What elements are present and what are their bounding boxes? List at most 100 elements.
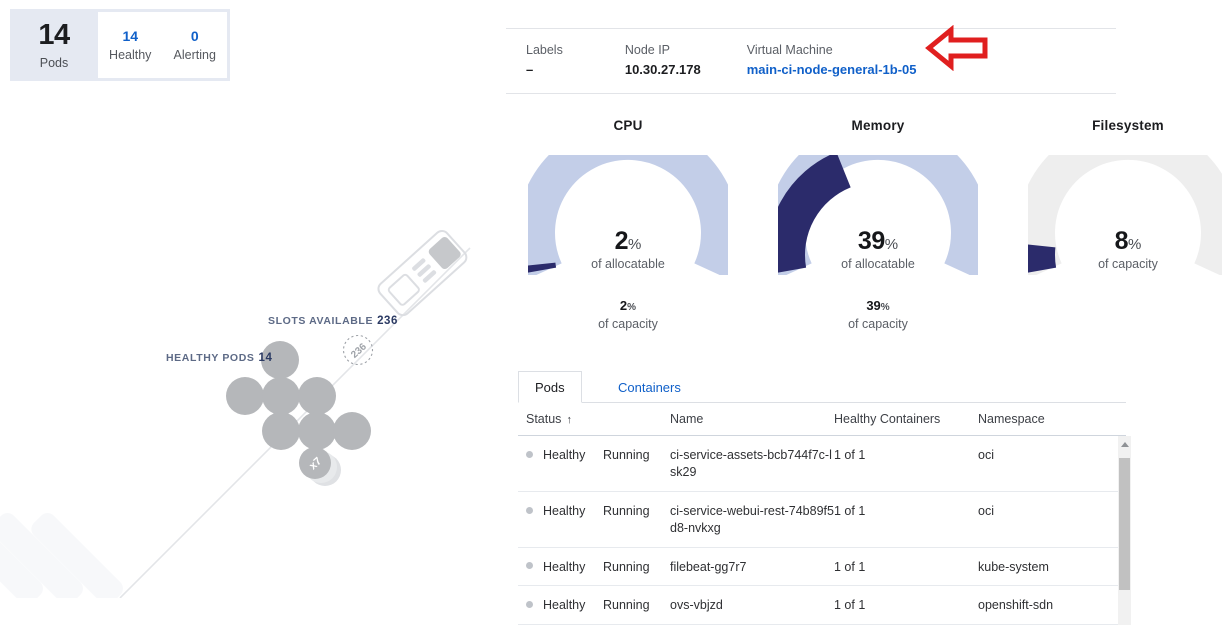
gauge-memory-value: 39 <box>857 227 885 255</box>
scroll-up-icon[interactable] <box>1121 442 1129 447</box>
gauge-memory: Memory 39% of allocatable 39% of capacit… <box>758 118 998 331</box>
status-dot-icon <box>526 562 533 570</box>
row-health: Healthy <box>543 503 586 518</box>
scrollbar-thumb[interactable] <box>1119 458 1130 590</box>
meta-node-ip-value: 10.30.27.178 <box>624 62 701 78</box>
row-namespace: oci <box>978 448 994 462</box>
slots-available-illustration-label: SLOTS AVAILABLE 236 <box>268 315 398 327</box>
gauge-cpu-capacity-label: of capacity <box>598 317 658 331</box>
row-namespace: openshift-sdn <box>978 598 1054 613</box>
pods-summary-card[interactable]: 14 Pods 14 Healthy 0 Alerting <box>10 9 230 81</box>
row-state: Running <box>603 503 650 518</box>
row-state: Running <box>603 559 650 574</box>
gauge-cpu-subtitle: of allocatable <box>591 257 665 271</box>
pods-containers-tabs: Pods Containers <box>518 371 1126 403</box>
gauge-memory-center: 39% of allocatable <box>778 227 978 271</box>
pods-healthy-label: Healthy <box>109 47 152 62</box>
tab-containers[interactable]: Containers <box>602 371 697 403</box>
pods-total-label: Pods <box>39 55 69 70</box>
table-row[interactable]: Healthy Running ci-service-assets-bcb744… <box>518 436 1126 492</box>
row-status: Healthy Running <box>518 597 670 614</box>
gauge-filesystem-title: Filesystem <box>1092 118 1164 133</box>
column-header-healthy-containers[interactable]: Healthy Containers <box>834 412 978 426</box>
left-arrow-annotation-svg <box>925 24 988 72</box>
column-header-name[interactable]: Name <box>670 412 834 426</box>
healthy-pods-illustration-label: HEALTHY PODS 14 <box>166 352 273 364</box>
pods-table: Status ↑ Name Healthy Containers Namespac… <box>518 403 1131 625</box>
sort-ascending-icon: ↑ <box>566 414 572 426</box>
gauge-cpu-title: CPU <box>613 118 643 133</box>
node-metadata-strip: Labels – Node IP 10.30.27.178 Virtual Ma… <box>506 28 1116 94</box>
pods-table-body: Healthy Running ci-service-assets-bcb744… <box>518 436 1131 625</box>
table-row[interactable]: Healthy Running ovs-vbjzd 1 of 1 openshi… <box>518 586 1126 625</box>
row-status: Healthy Running <box>518 503 670 520</box>
meta-virtual-machine: Virtual Machine main-ci-node-general-1b-… <box>747 41 917 81</box>
gauge-filesystem-percent-symbol: % <box>1128 236 1142 253</box>
column-header-namespace[interactable]: Namespace <box>978 412 1118 426</box>
gauge-memory-capacity-value: 39 <box>866 298 881 313</box>
node-detail-panel: Labels – Node IP 10.30.27.178 Virtual Ma… <box>506 0 1222 625</box>
row-healthy-containers: 1 of 1 <box>834 503 866 518</box>
meta-vm-key: Virtual Machine <box>746 43 833 57</box>
pods-alerting-stat[interactable]: 0 Alerting <box>174 29 216 62</box>
row-status: Healthy Running <box>518 447 670 464</box>
row-pod-name-link[interactable]: ci-service-webui-rest-74b89f5d8-nvkxg <box>670 503 834 537</box>
row-state: Running <box>603 448 650 462</box>
svg-text:236: 236 <box>349 341 369 361</box>
gauge-filesystem-center: 8% of capacity <box>1028 227 1222 271</box>
illustration-graphics: 236 x7 <box>0 229 471 598</box>
gauge-memory-capacity: 39% of capacity <box>758 297 998 331</box>
column-header-status[interactable]: Status ↑ <box>518 412 670 426</box>
gauge-cpu-center: 2% of allocatable <box>528 227 728 271</box>
pods-alerting-value: 0 <box>190 27 199 44</box>
gauge-cpu-percent-symbol: % <box>628 236 642 253</box>
gauge-memory-subtitle: of allocatable <box>841 257 915 271</box>
row-namespace: oci <box>978 503 994 518</box>
pods-healthy-stat[interactable]: 14 Healthy <box>109 29 151 62</box>
tab-pods[interactable]: Pods <box>518 371 582 403</box>
gauge-memory-title: Memory <box>851 118 905 133</box>
gauge-cpu-capacity: 2% of capacity <box>508 297 748 331</box>
resource-gauges: CPU 2% of allocatable 2% of capacity Mem… <box>506 118 1222 333</box>
gauge-cpu-capacity-symbol: % <box>627 302 637 313</box>
pods-total: 14 Pods <box>10 9 98 81</box>
status-dot-icon <box>526 506 533 514</box>
gauge-memory-capacity-label: of capacity <box>848 317 908 331</box>
gauge-filesystem-subtitle: of capacity <box>1098 257 1158 271</box>
gauge-memory-arc: 39% of allocatable <box>778 155 978 275</box>
gauge-memory-capacity-symbol: % <box>880 302 890 313</box>
table-row[interactable]: Healthy Running filebeat-gg7r7 1 of 1 ku… <box>518 548 1126 587</box>
slots-available-text: SLOTS AVAILABLE <box>268 315 374 327</box>
row-status: Healthy Running <box>518 559 670 576</box>
slots-available-count: 236 <box>377 315 399 327</box>
row-namespace: kube-system <box>978 559 1049 574</box>
gauge-cpu: CPU 2% of allocatable 2% of capacity <box>508 118 748 331</box>
status-dot-icon <box>526 601 533 609</box>
column-header-status-label: Status <box>526 412 562 426</box>
row-pod-name-link[interactable]: filebeat-gg7r7 <box>670 559 834 576</box>
gauge-filesystem-value: 8 <box>1114 227 1129 255</box>
row-pod-name-link[interactable]: ci-service-assets-bcb744f7c-lsk29 <box>670 447 834 481</box>
meta-labels: Labels – <box>526 41 563 81</box>
table-row[interactable]: Healthy Running ci-service-webui-rest-74… <box>518 492 1126 548</box>
gauge-memory-percent-symbol: % <box>884 236 899 253</box>
meta-vm-link[interactable]: main-ci-node-general-1b-05 <box>747 60 917 80</box>
healthy-pods-count: 14 <box>258 352 273 364</box>
row-healthy-containers: 1 of 1 <box>834 598 866 613</box>
background-illustration: 236 x7 HEALTHY PODS 14 SLOTS AVAILABLE 2… <box>0 0 500 598</box>
gauge-cpu-value: 2 <box>614 227 629 255</box>
pods-healthy-value: 14 <box>122 27 139 44</box>
node-detail-page: 236 x7 HEALTHY PODS 14 SLOTS AVAILABLE 2… <box>0 0 1222 625</box>
gauge-filesystem-arc: 8% of capacity <box>1028 155 1222 275</box>
row-pod-name-link[interactable]: ovs-vbjzd <box>670 597 834 614</box>
healthy-pods-text: HEALTHY PODS <box>166 352 255 364</box>
table-scrollbar[interactable] <box>1118 436 1131 625</box>
gauge-filesystem: Filesystem 8% of capacity <box>1008 118 1222 275</box>
row-healthy-containers: 1 of 1 <box>834 448 866 462</box>
meta-labels-value: – <box>526 62 534 78</box>
meta-labels-key: Labels <box>526 43 563 57</box>
meta-node-ip-key: Node IP <box>624 43 671 57</box>
pods-alerting-label: Alerting <box>173 47 216 62</box>
pods-table-header: Status ↑ Name Healthy Containers Namespac… <box>518 403 1126 436</box>
pods-total-value: 14 <box>38 18 70 51</box>
